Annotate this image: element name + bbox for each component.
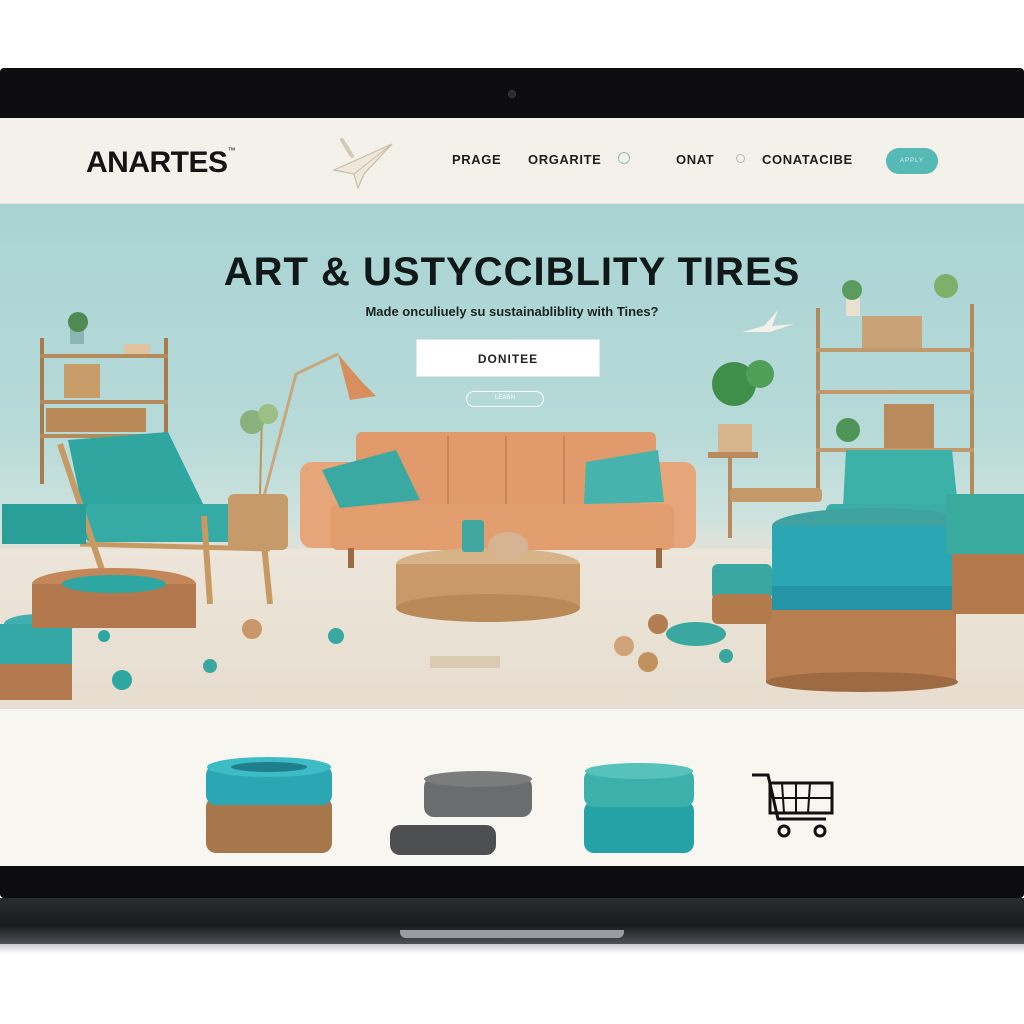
products-strip bbox=[0, 709, 1024, 866]
paper-plane-icon bbox=[332, 138, 393, 190]
side-table-plant bbox=[228, 404, 288, 550]
nav-item-orgarite[interactable]: ORGARITE bbox=[528, 152, 601, 167]
site-header: ANARTES™ PRAGE ORGARITE ONAT CONATACIBE … bbox=[0, 118, 1024, 204]
hero-secondary-link[interactable]: LEARN bbox=[466, 391, 544, 407]
laptop-shadow bbox=[0, 944, 1024, 954]
laptop-mockup: ANARTES™ PRAGE ORGARITE ONAT CONATACIBE … bbox=[0, 0, 1024, 1024]
right-plant-stool bbox=[708, 360, 822, 538]
nav-item-conatacibe[interactable]: CONATACIBE bbox=[762, 152, 853, 167]
hero-primary-button[interactable]: DONITEE bbox=[416, 339, 600, 377]
nav-item-onat[interactable]: ONAT bbox=[676, 152, 714, 167]
nav-item-prage[interactable]: PRAGE bbox=[452, 152, 501, 167]
hero-section: ART & USTYCCIBLITY TIRES Made onculiuely… bbox=[0, 204, 1024, 709]
webcam bbox=[508, 90, 516, 98]
tire-stack-right bbox=[712, 494, 1024, 692]
product-tire-stack-teal[interactable] bbox=[584, 763, 694, 853]
product-tire-stack-grey[interactable] bbox=[390, 771, 532, 855]
trademark-mark: ™ bbox=[227, 146, 236, 155]
site-logo[interactable]: ANARTES™ bbox=[86, 146, 235, 180]
header-cta-button[interactable]: APPLY bbox=[886, 148, 938, 174]
product-tire-stack-teal-brown[interactable] bbox=[206, 757, 332, 853]
nav-dot-icon bbox=[736, 154, 745, 163]
website-screen: ANARTES™ PRAGE ORGARITE ONAT CONATACIBE … bbox=[0, 118, 1024, 866]
hero-title: ART & USTYCCIBLITY TIRES bbox=[223, 250, 801, 294]
logo-text: ANARTES bbox=[86, 146, 228, 179]
laptop-hinge-notch bbox=[400, 930, 624, 938]
nav-leaf-icon bbox=[618, 152, 630, 164]
hero-subtitle: Made onculiuely su sustainabliblity with… bbox=[365, 304, 659, 319]
shopping-cart-icon[interactable] bbox=[748, 769, 838, 849]
products-illustration bbox=[206, 757, 694, 855]
